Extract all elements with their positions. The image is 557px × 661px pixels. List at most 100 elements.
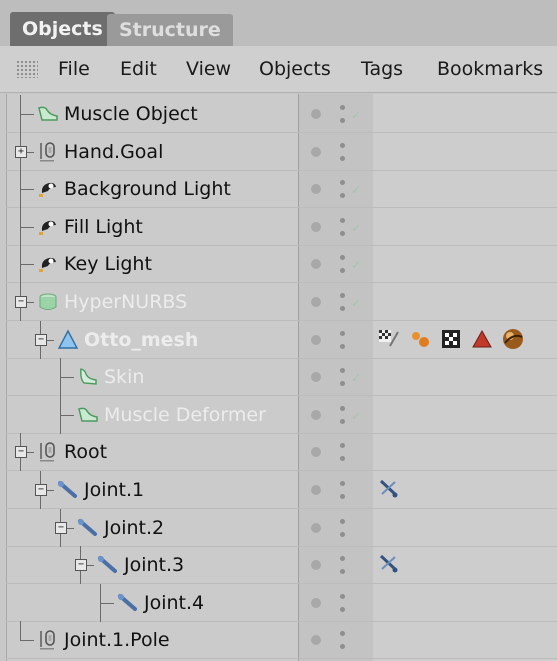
checker-tag-icon[interactable] — [440, 328, 462, 350]
render-visibility-dot-icon[interactable] — [340, 607, 345, 612]
editor-visibility-dot-icon[interactable] — [340, 368, 345, 373]
editor-visibility-dot-icon[interactable] — [340, 143, 345, 148]
uvw-tag-icon[interactable] — [378, 328, 400, 350]
editor-visibility-dot-icon[interactable] — [340, 406, 345, 411]
editor-visibility-dot-icon[interactable] — [340, 481, 345, 486]
object-name[interactable]: Joint.1.Pole — [64, 621, 170, 659]
object-row[interactable]: Muscle Deformer ✓ — [0, 396, 557, 434]
render-visibility-dot-icon[interactable] — [340, 532, 345, 537]
render-dot-icon[interactable] — [311, 372, 321, 382]
collapse-icon[interactable]: − — [55, 522, 67, 534]
collapse-icon[interactable]: − — [15, 446, 27, 458]
enabled-check-icon[interactable]: ✓ — [351, 409, 361, 423]
collapse-icon[interactable]: − — [15, 296, 27, 308]
object-name[interactable]: Fill Light — [64, 208, 143, 246]
object-name[interactable]: HyperNURBS — [64, 283, 187, 321]
object-name[interactable]: Background Light — [64, 170, 231, 208]
render-visibility-dot-icon[interactable] — [340, 494, 345, 499]
render-dot-icon[interactable] — [311, 447, 321, 457]
render-visibility-dot-icon[interactable] — [340, 156, 345, 161]
render-visibility-dot-icon[interactable] — [340, 344, 345, 349]
render-dot-icon[interactable] — [311, 184, 321, 194]
render-visibility-dot-icon[interactable] — [340, 381, 345, 386]
menu-bookmarks[interactable]: Bookmarks — [437, 46, 543, 92]
enabled-check-icon[interactable]: ✓ — [351, 183, 361, 197]
collapse-icon[interactable]: − — [75, 559, 87, 571]
object-row[interactable]: Skin ✓ — [0, 358, 557, 396]
ik-tag-icon[interactable] — [378, 478, 400, 500]
render-visibility-dot-icon[interactable] — [340, 193, 345, 198]
render-visibility-dot-icon[interactable] — [340, 456, 345, 461]
enabled-check-icon[interactable]: ✓ — [351, 108, 361, 122]
render-visibility-dot-icon[interactable] — [340, 231, 345, 236]
editor-visibility-dot-icon[interactable] — [340, 519, 345, 524]
object-name[interactable]: Muscle Object — [64, 95, 198, 133]
object-row[interactable]: Muscle Object ✓ — [0, 95, 557, 133]
object-row[interactable]: − Joint.1 — [0, 471, 557, 509]
render-dot-icon[interactable] — [311, 485, 321, 495]
editor-visibility-dot-icon[interactable] — [340, 443, 345, 448]
menu-objects[interactable]: Objects — [259, 46, 331, 92]
render-visibility-dot-icon[interactable] — [340, 268, 345, 273]
material-tag-icon[interactable] — [409, 328, 431, 350]
render-dot-icon[interactable] — [311, 410, 321, 420]
object-name[interactable]: Joint.3 — [124, 546, 184, 584]
object-name[interactable]: Joint.4 — [144, 584, 204, 622]
object-row[interactable]: − Root — [0, 433, 557, 471]
render-visibility-dot-icon[interactable] — [340, 644, 345, 649]
render-visibility-dot-icon[interactable] — [340, 306, 345, 311]
editor-visibility-dot-icon[interactable] — [340, 180, 345, 185]
editor-visibility-dot-icon[interactable] — [340, 594, 345, 599]
grip-handle-icon[interactable] — [16, 60, 38, 78]
render-dot-icon[interactable] — [311, 109, 321, 119]
object-name[interactable]: Otto_mesh — [84, 321, 198, 359]
render-visibility-dot-icon[interactable] — [340, 419, 345, 424]
editor-visibility-dot-icon[interactable] — [340, 631, 345, 636]
object-name[interactable]: Key Light — [64, 245, 152, 283]
render-dot-icon[interactable] — [311, 147, 321, 157]
object-row[interactable]: Joint.4 — [0, 584, 557, 622]
expand-icon[interactable]: + — [15, 146, 27, 158]
object-row[interactable]: − Otto_mesh — [0, 321, 557, 359]
render-dot-icon[interactable] — [311, 598, 321, 608]
enabled-check-icon[interactable]: ✓ — [351, 221, 361, 235]
render-dot-icon[interactable] — [311, 523, 321, 533]
render-dot-icon[interactable] — [311, 635, 321, 645]
object-row[interactable]: Background Light ✓ — [0, 170, 557, 208]
editor-visibility-dot-icon[interactable] — [340, 556, 345, 561]
render-dot-icon[interactable] — [311, 297, 321, 307]
menu-tags[interactable]: Tags — [361, 46, 403, 92]
menu-view[interactable]: View — [186, 46, 231, 92]
editor-visibility-dot-icon[interactable] — [340, 331, 345, 336]
object-row[interactable]: − Joint.2 — [0, 509, 557, 547]
render-visibility-dot-icon[interactable] — [340, 118, 345, 123]
menu-file[interactable]: File — [58, 46, 90, 92]
collapse-icon[interactable]: − — [35, 334, 47, 346]
editor-visibility-dot-icon[interactable] — [340, 105, 345, 110]
render-dot-icon[interactable] — [311, 560, 321, 570]
enabled-check-icon[interactable]: ✓ — [351, 371, 361, 385]
editor-visibility-dot-icon[interactable] — [340, 293, 345, 298]
ik-tag-icon[interactable] — [378, 553, 400, 575]
sphere-material-icon[interactable] — [502, 328, 524, 350]
menu-edit[interactable]: Edit — [120, 46, 157, 92]
object-name[interactable]: Root — [64, 433, 107, 471]
editor-visibility-dot-icon[interactable] — [340, 218, 345, 223]
object-row[interactable]: − Joint.3 — [0, 546, 557, 584]
object-name[interactable]: Hand.Goal — [64, 133, 163, 171]
render-dot-icon[interactable] — [311, 259, 321, 269]
object-name[interactable]: Skin — [104, 358, 144, 396]
object-row[interactable]: + Hand.Goal — [0, 133, 557, 171]
object-row[interactable]: − HyperNURBS ✓ — [0, 283, 557, 321]
render-dot-icon[interactable] — [311, 335, 321, 345]
render-dot-icon[interactable] — [311, 222, 321, 232]
object-row[interactable]: Key Light ✓ — [0, 245, 557, 283]
editor-visibility-dot-icon[interactable] — [340, 255, 345, 260]
phong-tag-icon[interactable] — [471, 328, 493, 350]
tab-structure[interactable]: Structure — [107, 14, 233, 46]
collapse-icon[interactable]: − — [35, 484, 47, 496]
object-name[interactable]: Joint.2 — [104, 509, 164, 547]
enabled-check-icon[interactable]: ✓ — [351, 258, 361, 272]
object-row[interactable]: Fill Light ✓ — [0, 208, 557, 246]
render-visibility-dot-icon[interactable] — [340, 569, 345, 574]
